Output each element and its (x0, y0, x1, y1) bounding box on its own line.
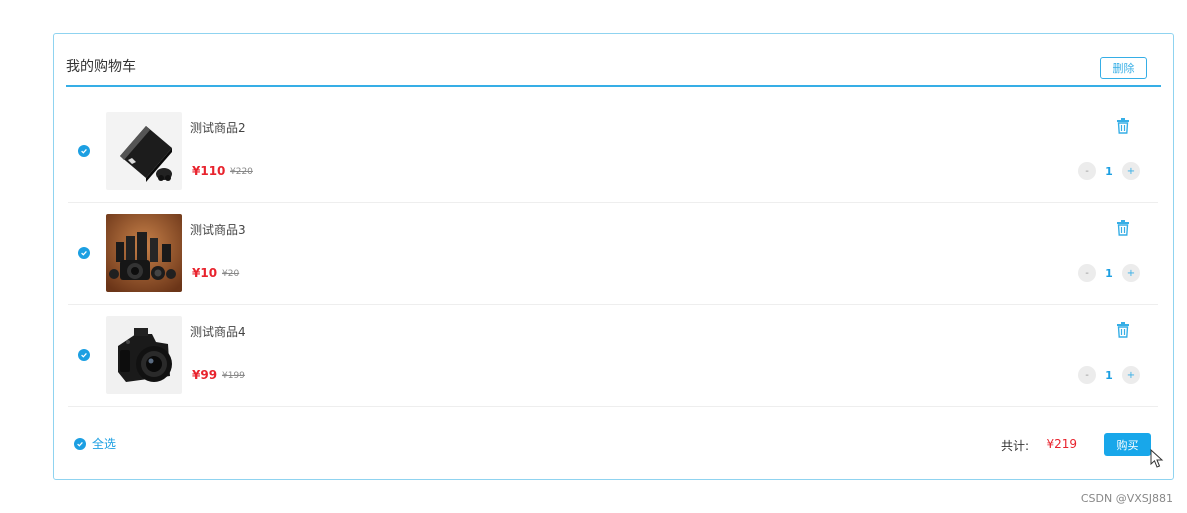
item-price: ¥99 (192, 368, 218, 382)
decrease-button[interactable]: - (1078, 162, 1096, 180)
mouse-cursor-icon (1150, 449, 1164, 468)
quantity-value: 1 (1105, 266, 1113, 280)
item-check-icon[interactable] (78, 247, 90, 259)
item-name[interactable]: 测试商品3 (190, 221, 246, 238)
quantity-stepper: - 1 + (1078, 162, 1140, 180)
trash-icon[interactable] (1116, 322, 1130, 338)
increase-button[interactable]: + (1122, 264, 1140, 282)
cart-panel: 我的购物车 删除 测试商品2 ¥110 ¥220 - 1 + 测试商品3 ¥10… (53, 33, 1174, 480)
quantity-stepper: - 1 + (1078, 264, 1140, 282)
item-check-icon[interactable] (78, 145, 90, 157)
item-old-price: ¥199 (222, 371, 245, 381)
product-image-camera-lenses[interactable] (106, 214, 182, 292)
select-all-checkbox[interactable]: 全选 (74, 435, 116, 452)
trash-icon[interactable] (1116, 220, 1130, 236)
buy-button[interactable]: 购买 (1104, 433, 1151, 456)
product-image-dslr-camera[interactable] (106, 316, 182, 394)
item-name[interactable]: 测试商品4 (190, 323, 246, 340)
cart-header: 我的购物车 删除 (66, 34, 1161, 87)
product-image-game-console[interactable] (106, 112, 182, 190)
item-price: ¥10 (192, 266, 218, 280)
cart-item: 测试商品2 ¥110 ¥220 - 1 + (68, 102, 1158, 203)
quantity-value: 1 (1105, 368, 1113, 382)
select-all-label[interactable]: 全选 (92, 435, 116, 452)
increase-button[interactable]: + (1122, 162, 1140, 180)
delete-button[interactable]: 删除 (1100, 57, 1147, 79)
item-name[interactable]: 测试商品2 (190, 119, 246, 136)
trash-icon[interactable] (1116, 118, 1130, 134)
total-value: ¥219 (1046, 437, 1077, 451)
cart-item: 测试商品4 ¥99 ¥199 - 1 + (68, 306, 1158, 407)
item-old-price: ¥20 (222, 269, 240, 279)
select-all-check-icon[interactable] (74, 437, 86, 450)
cart-footer: 全选 共计: ¥219 购买 (68, 429, 1159, 459)
quantity-value: 1 (1105, 164, 1113, 178)
item-check-icon[interactable] (78, 349, 90, 361)
quantity-stepper: - 1 + (1078, 366, 1140, 384)
item-old-price: ¥220 (230, 167, 253, 177)
increase-button[interactable]: + (1122, 366, 1140, 384)
decrease-button[interactable]: - (1078, 264, 1096, 282)
watermark: CSDN @VXSJ881 (1080, 492, 1173, 505)
decrease-button[interactable]: - (1078, 366, 1096, 384)
total-label: 共计: (1000, 439, 1029, 453)
cart-item: 测试商品3 ¥10 ¥20 - 1 + (68, 204, 1158, 305)
item-price: ¥110 (192, 164, 226, 178)
cart-title: 我的购物车 (66, 59, 136, 75)
